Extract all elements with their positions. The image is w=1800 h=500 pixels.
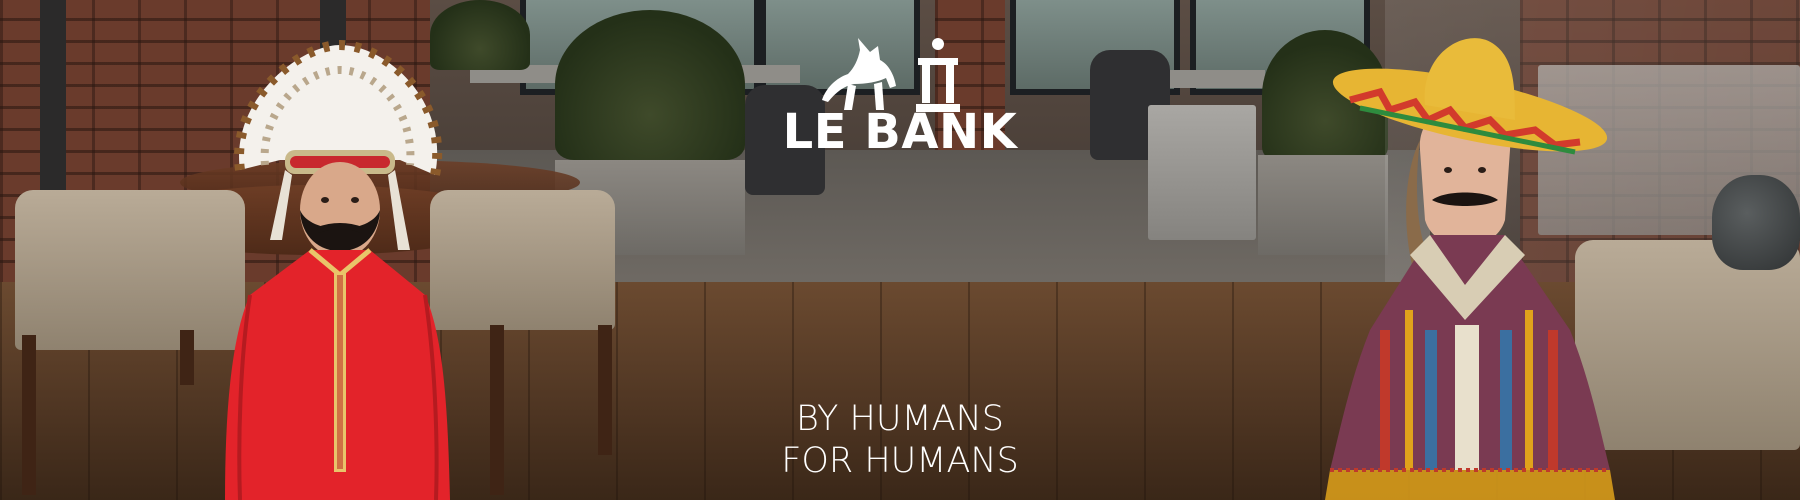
vase — [1712, 175, 1800, 270]
donkey-with-pillar-icon — [822, 38, 960, 112]
tagline-line-1: BY HUMANS — [796, 399, 1004, 439]
chair-leg — [180, 330, 194, 385]
brand-logo[interactable]: LE BANK — [0, 0, 1800, 170]
face — [300, 162, 380, 258]
tagline-line-2: FOR HUMANS — [781, 441, 1019, 481]
tagline: BY HUMANS FOR HUMANS — [700, 398, 1100, 482]
chair-leg — [598, 325, 612, 455]
chair-leg — [22, 335, 36, 495]
logo-wordmark: LE BANK — [782, 104, 1018, 160]
chair-leg — [490, 325, 504, 495]
poncho — [1325, 235, 1615, 500]
hero-banner: LE BANK BY HUMANS FOR HUMANS — [0, 0, 1800, 500]
red-kurta — [225, 248, 450, 500]
